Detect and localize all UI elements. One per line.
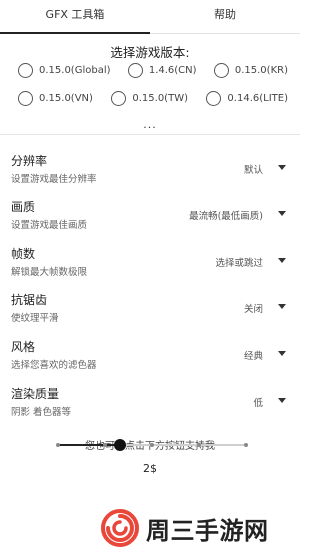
slider-step-dot[interactable] <box>103 443 107 447</box>
slider-step-dot[interactable] <box>150 443 154 447</box>
setting-title: 分辨率 <box>11 154 48 168</box>
dropdown-caret-icon[interactable] <box>278 258 286 263</box>
radio-option-lite[interactable]: 0.14.6(LITE) <box>206 91 288 106</box>
setting-description: 阴影 着色器等 <box>11 407 72 418</box>
setting-render-quality[interactable]: 渲染质量 阴影 着色器等 低 <box>11 385 289 421</box>
setting-title: 帧数 <box>11 247 36 261</box>
radio-option-kr[interactable]: 0.15.0(KR) <box>213 63 288 78</box>
slider-thumb[interactable] <box>114 439 127 451</box>
radio-option-cn[interactable]: 1.4.6(CN) <box>127 63 197 78</box>
radio-option-global[interactable]: 0.15.0(Global) <box>18 63 111 78</box>
radio-label: 0.15.0(KR) <box>234 65 288 76</box>
version-radio-row: 0.15.0(VN) 0.15.0(TW) 0.14.6(LITE) <box>18 91 288 106</box>
setting-title: 抗锯齿 <box>11 293 48 307</box>
setting-fps[interactable]: 帧数 解锁最大帧数极限 选择或跳过 <box>11 245 289 281</box>
radio-circle-icon <box>18 91 33 106</box>
setting-description: 设置游戏最佳分辨率 <box>11 174 97 185</box>
watermark-text: 周三手游网 <box>146 516 269 545</box>
radio-circle-icon <box>213 63 229 78</box>
tab-bar: GFX 工具箱 帮助 <box>0 0 300 34</box>
setting-value-dropdown[interactable]: 经典 <box>244 348 263 362</box>
slider-step-dot[interactable] <box>197 443 201 447</box>
setting-value-dropdown[interactable]: 低 <box>253 395 263 409</box>
setting-anti-aliasing[interactable]: 抗锯齿 使纹理平滑 关闭 <box>11 291 289 327</box>
slider-fill <box>58 444 121 446</box>
radio-circle-icon <box>127 63 143 78</box>
radio-circle-icon <box>206 91 222 106</box>
version-title: 选择游戏版本: <box>110 45 190 60</box>
dropdown-caret-icon[interactable] <box>278 211 286 216</box>
tab-gfx-toolbox[interactable]: GFX 工具箱 <box>0 0 150 34</box>
radio-label: 0.15.0(VN) <box>39 93 93 104</box>
radio-label: 0.15.0(TW) <box>132 93 188 104</box>
setting-graphics-quality[interactable]: 画质 设置游戏最佳画质 最流畅(最低画质) <box>11 198 289 234</box>
radio-label: 1.4.6(CN) <box>148 65 197 76</box>
donation-amount: 2$ <box>143 462 157 475</box>
setting-title: 风格 <box>11 340 36 354</box>
setting-title: 渲染质量 <box>11 387 60 401</box>
radio-circle-icon <box>18 63 33 78</box>
more-versions-indicator[interactable]: ... <box>0 118 300 131</box>
slider-step-dot[interactable] <box>244 443 248 447</box>
radio-option-tw[interactable]: 0.15.0(TW) <box>111 91 188 106</box>
section-divider <box>0 134 300 135</box>
setting-description: 解锁最大帧数极限 <box>11 267 88 278</box>
setting-title: 画质 <box>11 200 36 214</box>
setting-value-dropdown[interactable]: 关闭 <box>244 301 263 315</box>
version-radio-row: 0.15.0(Global) 1.4.6(CN) 0.15.0(KR) <box>18 63 288 78</box>
setting-description: 设置游戏最佳画质 <box>11 220 88 231</box>
watermark: 周三手游网 <box>100 508 269 548</box>
slider-step-dot[interactable] <box>56 443 60 447</box>
tab-help[interactable]: 帮助 <box>150 0 300 33</box>
setting-value-dropdown[interactable]: 默认 <box>244 162 263 176</box>
dropdown-caret-icon[interactable] <box>278 351 286 356</box>
setting-value-dropdown[interactable]: 选择或跳过 <box>215 255 263 269</box>
setting-description: 选择您喜欢的滤色器 <box>11 360 97 371</box>
radio-label: 0.15.0(Global) <box>39 65 111 76</box>
setting-value-dropdown[interactable]: 最流畅(最低画质) <box>189 208 263 222</box>
dropdown-caret-icon[interactable] <box>278 304 286 309</box>
radio-label: 0.14.6(LITE) <box>227 93 288 104</box>
donation-slider[interactable] <box>56 439 248 454</box>
setting-style[interactable]: 风格 选择您喜欢的滤色器 经典 <box>11 338 289 374</box>
swirl-logo-icon <box>101 509 139 547</box>
radio-option-vn[interactable]: 0.15.0(VN) <box>18 91 93 106</box>
dropdown-caret-icon[interactable] <box>278 398 286 403</box>
setting-resolution[interactable]: 分辨率 设置游戏最佳分辨率 默认 <box>11 152 289 188</box>
dropdown-caret-icon[interactable] <box>278 165 286 170</box>
setting-description: 使纹理平滑 <box>11 313 59 324</box>
radio-circle-icon <box>111 91 127 106</box>
